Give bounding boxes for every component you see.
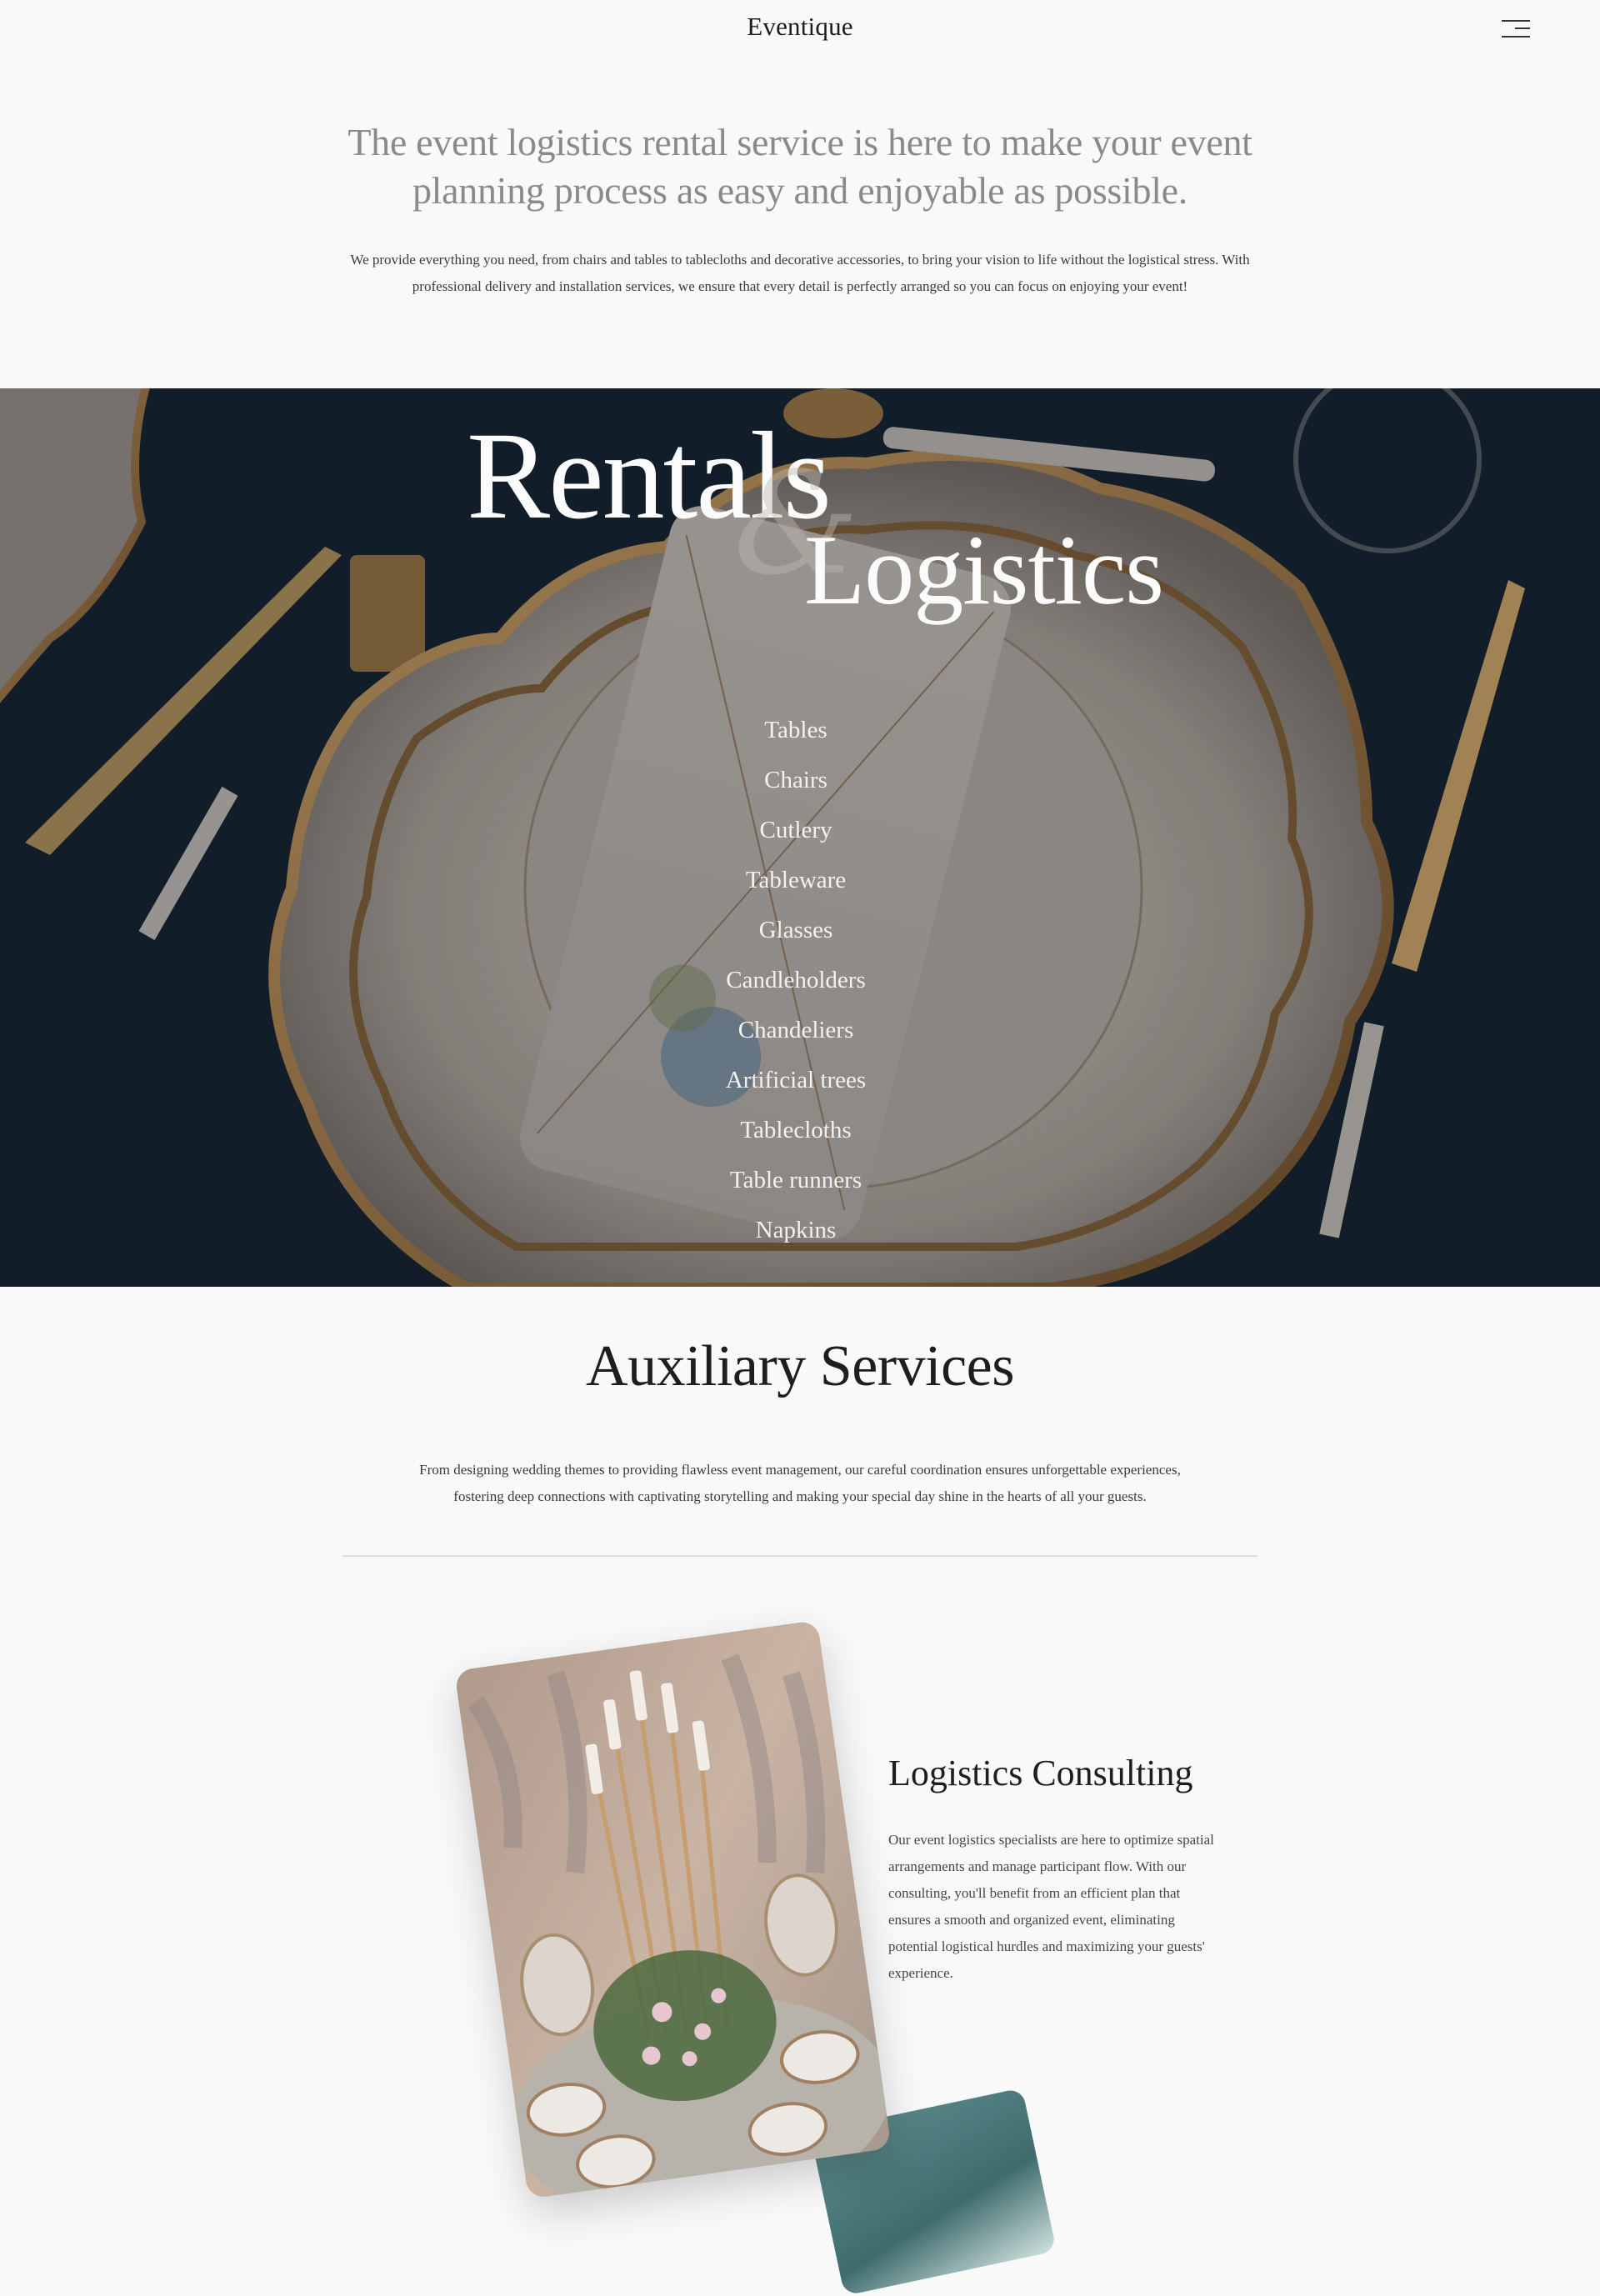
- rental-item-chairs[interactable]: Chairs: [633, 755, 958, 805]
- menu-line: [1502, 20, 1530, 22]
- rental-item-chandeliers[interactable]: Chandeliers: [633, 1005, 958, 1055]
- logistics-consulting-photo: [454, 1619, 892, 2199]
- rental-item-cutlery[interactable]: Cutlery: [633, 805, 958, 855]
- rental-item-glasses[interactable]: Glasses: [633, 905, 958, 955]
- rental-items-list: Tables Chairs Cutlery Tableware Glasses …: [633, 705, 958, 1255]
- section-divider: [342, 1555, 1258, 1557]
- intro-body: We provide everything you need, from cha…: [350, 252, 1250, 294]
- hero-title-logistics: Logistics: [804, 514, 1164, 625]
- service-description: Our event logistics specialists are here…: [888, 1832, 1214, 1981]
- intro-heading: The event logistics rental service is he…: [348, 121, 1252, 212]
- hamburger-menu-icon[interactable]: [1500, 18, 1532, 40]
- auxiliary-services-body: From designing wedding themes to providi…: [419, 1462, 1181, 1504]
- rental-item-table-runners[interactable]: Table runners: [633, 1155, 958, 1205]
- rental-item-napkins[interactable]: Napkins: [633, 1205, 958, 1255]
- service-title: Logistics Consulting: [888, 1753, 1193, 1793]
- rentals-hero: Rentals & Logistics Tables Chairs Cutler…: [0, 388, 1600, 1287]
- site-header: Eventique: [0, 0, 1600, 57]
- rental-item-artificial-trees[interactable]: Artificial trees: [633, 1055, 958, 1105]
- rental-item-tableware[interactable]: Tableware: [633, 855, 958, 905]
- rental-item-candleholders[interactable]: Candleholders: [633, 955, 958, 1005]
- menu-line: [1515, 28, 1530, 29]
- candelabra-table-photo: [454, 1619, 892, 2199]
- rental-item-tablecloths[interactable]: Tablecloths: [633, 1105, 958, 1155]
- logo[interactable]: Eventique: [0, 12, 1600, 42]
- menu-line: [1502, 36, 1530, 38]
- auxiliary-services-title: Auxiliary Services: [586, 1334, 1014, 1398]
- rental-item-tables[interactable]: Tables: [633, 705, 958, 755]
